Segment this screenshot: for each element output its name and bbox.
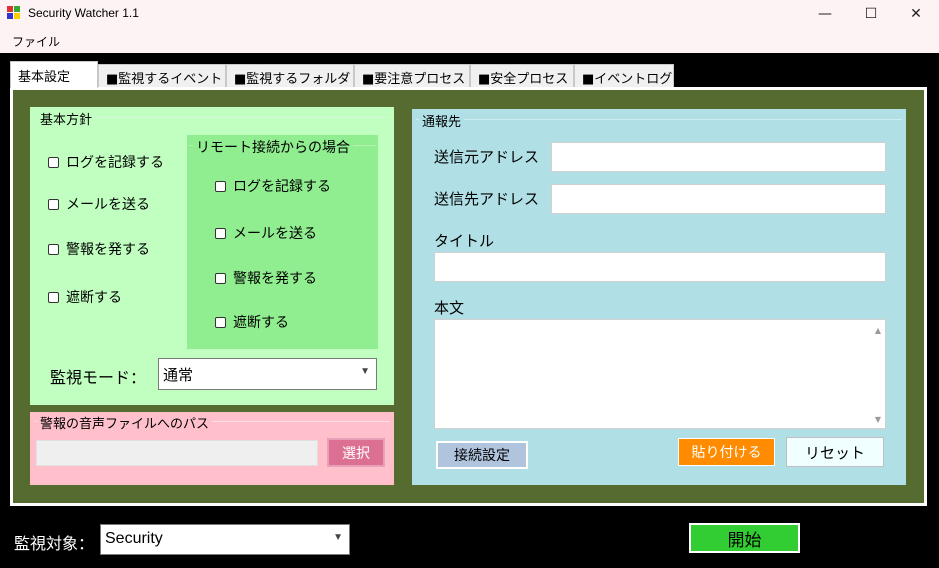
tab-caution-processes[interactable]: ■要注意プロセス [354, 64, 470, 88]
remote-group: リモート接続からの場合 ログを記録する メールを送る 警報を発する 遮断する [187, 135, 378, 349]
checkbox-alarm[interactable]: 警報を発する [48, 239, 150, 259]
to-address-label: 送信先アドレス [434, 190, 540, 208]
body-label: 本文 [434, 299, 465, 317]
monitor-mode-value: 通常 [163, 367, 194, 384]
notify-title: 通報先 [419, 111, 465, 130]
tab-event-log[interactable]: ■イベントログ [574, 64, 674, 88]
remote-checkbox-block[interactable]: 遮断する [215, 312, 289, 332]
from-address-input[interactable] [551, 142, 886, 172]
paste-button[interactable]: 貼り付ける [678, 438, 775, 466]
group-border [416, 119, 902, 120]
tab-basic-settings[interactable]: 基本設定 [10, 61, 98, 88]
checkbox-box[interactable] [48, 291, 59, 303]
remote-checkbox-log[interactable]: ログを記録する [215, 176, 331, 196]
start-button[interactable]: 開始 [689, 523, 800, 553]
monitor-target-value: Security [105, 530, 163, 547]
checkbox-label: 遮断する [66, 290, 122, 306]
tab-page: 基本方針 ログを記録する メールを送る 警報を発する 遮断する リモート接続から… [10, 87, 927, 506]
select-file-button[interactable]: 選択 [327, 438, 385, 467]
tab-monitored-events[interactable]: ■監視するイベント [98, 64, 226, 88]
remote-group-title: リモート接続からの場合 [193, 137, 353, 157]
scroll-down-icon[interactable]: ▼ [875, 415, 881, 424]
tab-monitored-folders[interactable]: ■監視するフォルダ [226, 64, 354, 88]
subject-input[interactable] [434, 252, 886, 282]
body-textarea[interactable]: ▲ ▼ [434, 319, 886, 429]
checkbox-mail[interactable]: メールを送る [48, 194, 150, 214]
checkbox-box[interactable] [48, 243, 59, 255]
basic-policy-title: 基本方針 [37, 109, 96, 128]
reset-button[interactable]: リセット [786, 437, 884, 467]
alarm-sound-group: 警報の音声ファイルへのパス 選択 [30, 412, 394, 485]
chevron-down-icon: ▼ [360, 366, 370, 377]
notify-group: 通報先 送信元アドレス 送信先アドレス タイトル 本文 ▲ ▼ 接続設定 貼り付… [412, 109, 906, 485]
remote-checkbox-mail[interactable]: メールを送る [215, 223, 317, 243]
checkbox-block[interactable]: 遮断する [48, 287, 122, 307]
checkbox-label: 遮断する [233, 315, 289, 331]
connection-settings-button[interactable]: 接続設定 [436, 441, 528, 469]
checkbox-box[interactable] [215, 180, 226, 192]
title-bar: Security Watcher 1.1 — ☐ ✕ [0, 0, 939, 28]
minimize-button[interactable]: — [802, 0, 848, 28]
sound-path-value [37, 441, 317, 449]
monitor-mode-select[interactable]: 通常 ▼ [158, 358, 377, 390]
checkbox-label: 警報を発する [233, 271, 317, 287]
checkbox-log[interactable]: ログを記録する [48, 152, 164, 172]
close-button[interactable]: ✕ [893, 0, 939, 28]
monitor-target-label: 監視対象： [14, 534, 95, 553]
alarm-sound-title: 警報の音声ファイルへのパス [37, 413, 213, 432]
maximize-button[interactable]: ☐ [848, 0, 894, 28]
from-address-label: 送信元アドレス [434, 148, 540, 166]
remote-checkbox-alarm[interactable]: 警報を発する [215, 268, 317, 288]
tab-safe-processes[interactable]: ■安全プロセス [470, 64, 574, 88]
tab-content: 基本方針 ログを記録する メールを送る 警報を発する 遮断する リモート接続から… [13, 90, 924, 503]
monitor-mode-label: 監視モード： [50, 368, 147, 387]
checkbox-label: メールを送る [66, 197, 150, 213]
checkbox-box[interactable] [48, 198, 59, 210]
checkbox-box[interactable] [48, 156, 59, 168]
window-title: Security Watcher 1.1 [28, 6, 139, 20]
menu-file[interactable]: ファイル [12, 33, 60, 50]
checkbox-box[interactable] [215, 227, 226, 239]
sound-path-input[interactable] [36, 440, 318, 466]
checkbox-label: ログを記録する [66, 155, 164, 171]
basic-policy-group: 基本方針 ログを記録する メールを送る 警報を発する 遮断する リモート接続から… [30, 107, 394, 405]
checkbox-label: ログを記録する [233, 179, 331, 195]
to-address-input[interactable] [551, 184, 886, 214]
checkbox-box[interactable] [215, 272, 226, 284]
monitor-target-select[interactable]: Security ▼ [100, 524, 350, 555]
scroll-up-icon[interactable]: ▲ [875, 326, 881, 335]
menu-bar: ファイル [0, 28, 939, 53]
chevron-down-icon: ▼ [333, 532, 343, 543]
app-icon [7, 6, 21, 20]
checkbox-label: 警報を発する [66, 242, 150, 258]
subject-label: タイトル [434, 232, 495, 250]
checkbox-label: メールを送る [233, 226, 317, 242]
checkbox-box[interactable] [215, 316, 226, 328]
